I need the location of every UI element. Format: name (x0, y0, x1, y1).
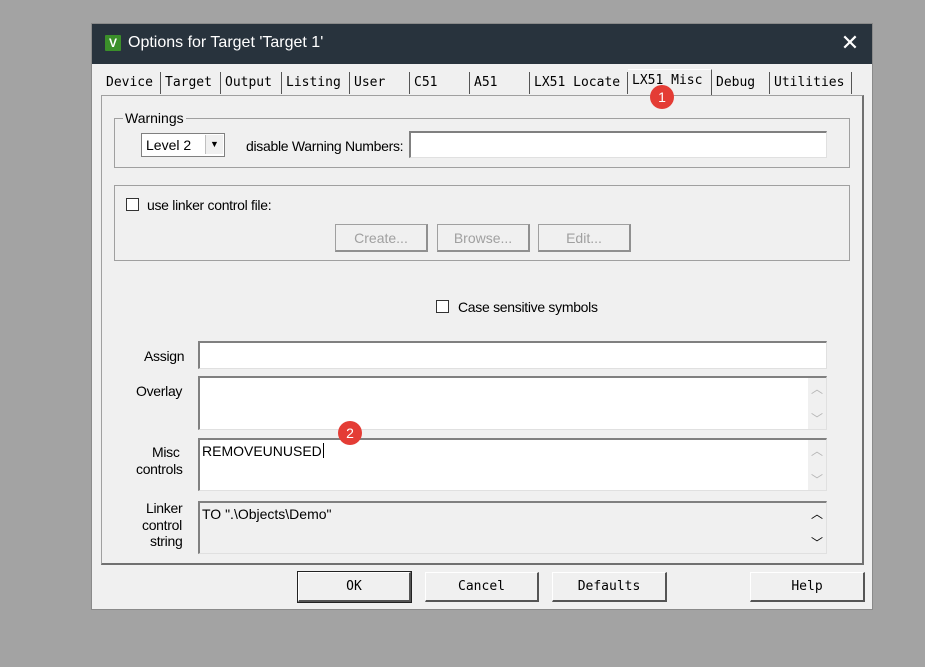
misc-controls-value: REMOVEUNUSED (202, 443, 322, 459)
linker-control-string-label-line2: control (142, 517, 182, 533)
tab-output[interactable]: Output (221, 72, 282, 94)
linker-control-string-label-line1: Linker (146, 500, 183, 516)
misc-controls-label-line1: Misc (152, 444, 180, 460)
misc-controls-textarea[interactable]: REMOVEUNUSED ︿ ﹀ (198, 438, 827, 491)
keil-uvision-icon: V (105, 35, 121, 51)
disable-warning-numbers-input[interactable] (409, 131, 827, 158)
linker-control-string-value: TO ".\Objects\Demo" (202, 506, 332, 522)
window-title: Options for Target 'Target 1' (128, 34, 324, 51)
warning-level-select[interactable]: Level 2 ▼ (141, 133, 225, 157)
linker-control-string-textarea[interactable]: TO ".\Objects\Demo" ︿ ﹀ (198, 501, 827, 554)
chevron-up-icon[interactable]: ︿ (811, 380, 823, 397)
linker-control-string-scrollbar[interactable]: ︿ ﹀ (808, 503, 826, 553)
tab-strip: Device Target Output Listing User C51 A5… (102, 69, 862, 96)
chevron-up-icon[interactable]: ︿ (811, 505, 823, 522)
warning-level-value: Level 2 (146, 137, 192, 153)
warnings-group: Warnings Level 2 ▼ disable Warning Numbe… (114, 110, 850, 168)
defaults-button[interactable]: Defaults (552, 572, 667, 602)
chevron-down-icon[interactable]: ﹀ (811, 471, 823, 488)
overlay-scrollbar[interactable]: ︿ ﹀ (808, 378, 826, 429)
tab-listing[interactable]: Listing (282, 72, 350, 94)
use-linker-control-file-label: use linker control file: (147, 197, 272, 213)
title-bar: V Options for Target 'Target 1' ✕ (92, 24, 872, 64)
options-dialog: V Options for Target 'Target 1' ✕ Device… (91, 23, 873, 610)
help-button[interactable]: Help (750, 572, 865, 602)
tab-c51[interactable]: C51 (410, 72, 470, 94)
annotation-badge-2: 2 (338, 421, 362, 445)
tab-utilities[interactable]: Utilities (770, 72, 852, 94)
case-sensitive-label: Case sensitive symbols (458, 299, 598, 315)
cancel-button[interactable]: Cancel (425, 572, 539, 602)
misc-controls-label-line2: controls (136, 461, 183, 477)
assign-label: Assign (144, 348, 185, 364)
close-button[interactable]: ✕ (840, 32, 860, 54)
chevron-down-icon[interactable]: ▼ (205, 135, 223, 154)
tab-target[interactable]: Target (161, 72, 221, 94)
overlay-label: Overlay (136, 383, 183, 399)
warnings-legend: Warnings (123, 110, 186, 126)
ok-button[interactable]: OK (297, 571, 412, 603)
tab-a51[interactable]: A51 (470, 72, 530, 94)
misc-controls-scrollbar[interactable]: ︿ ﹀ (808, 440, 826, 490)
assign-input[interactable] (198, 341, 827, 369)
disable-warning-label: disable Warning Numbers: (246, 138, 404, 154)
tab-debug[interactable]: Debug (712, 72, 770, 94)
overlay-textarea[interactable]: ︿ ﹀ (198, 376, 827, 430)
chevron-down-icon[interactable]: ﹀ (811, 534, 823, 551)
case-sensitive-checkbox[interactable] (436, 300, 449, 313)
tab-user[interactable]: User (350, 72, 410, 94)
text-caret (322, 443, 324, 458)
tab-panel-lx51-misc: Warnings Level 2 ▼ disable Warning Numbe… (101, 95, 864, 565)
browse-button[interactable]: Browse... (437, 224, 530, 252)
use-linker-control-file-checkbox[interactable] (126, 198, 139, 211)
tab-lx51-locate[interactable]: LX51 Locate (530, 72, 628, 94)
linker-control-file-group: use linker control file: Create... Brows… (114, 185, 850, 261)
edit-button[interactable]: Edit... (538, 224, 631, 252)
annotation-badge-1: 1 (650, 85, 674, 109)
create-button[interactable]: Create... (335, 224, 428, 252)
chevron-up-icon[interactable]: ︿ (811, 442, 823, 459)
tab-device[interactable]: Device (102, 72, 161, 94)
chevron-down-icon[interactable]: ﹀ (811, 410, 823, 427)
linker-control-string-label-line3: string (150, 533, 183, 549)
